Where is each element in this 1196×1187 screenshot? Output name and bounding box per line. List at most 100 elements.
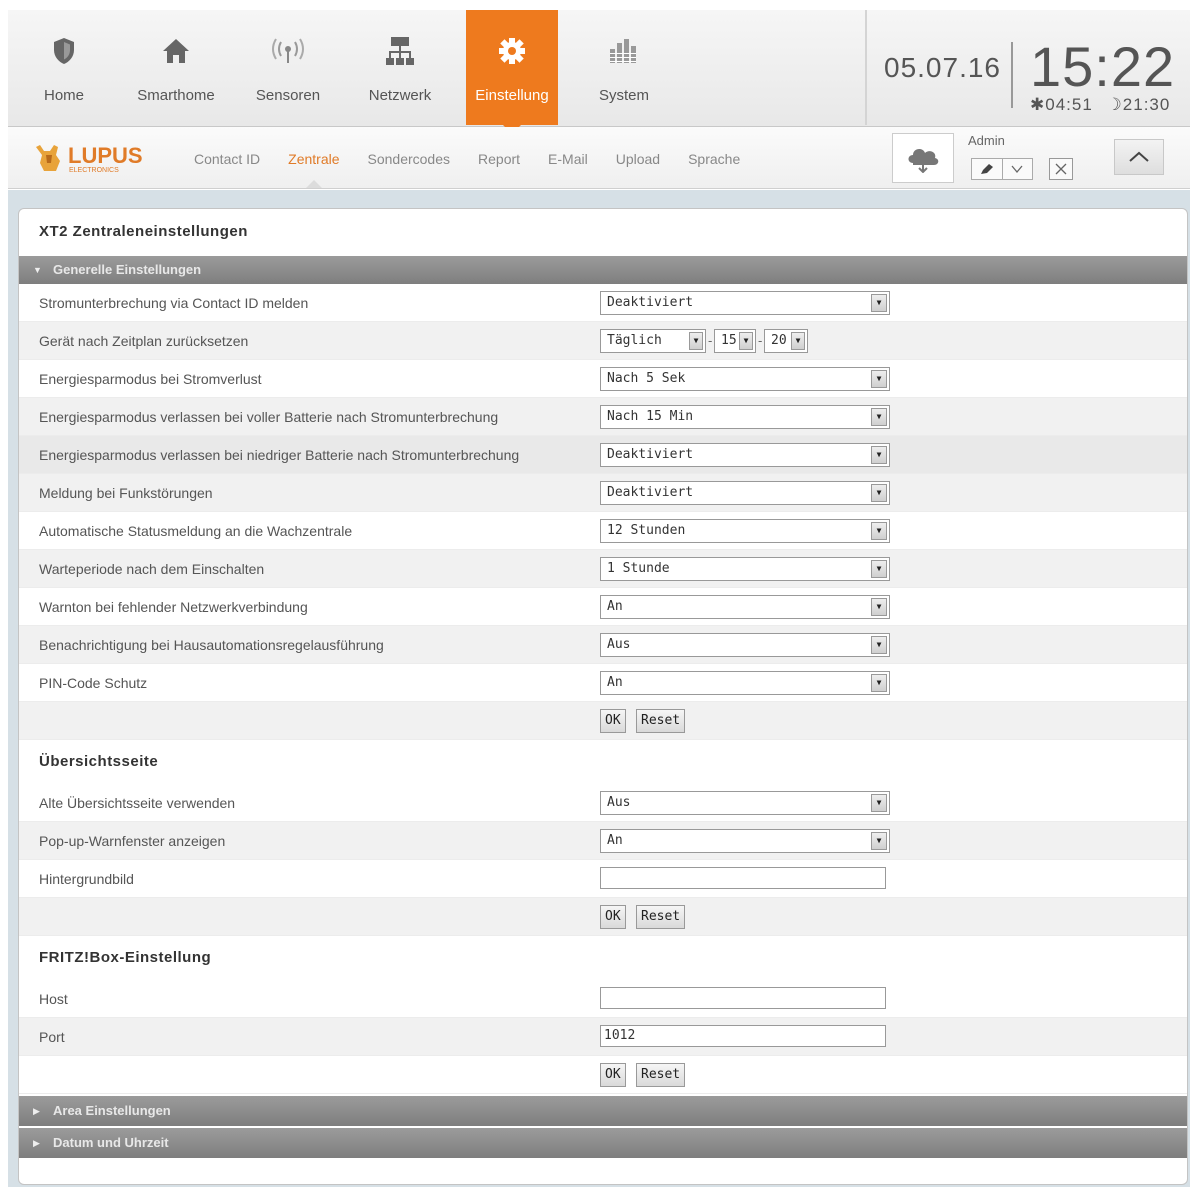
reset-button[interactable]: Reset	[636, 905, 686, 929]
reset-button[interactable]: Reset	[636, 709, 686, 733]
section-header-datetime[interactable]: ▶ Datum und Uhrzeit	[19, 1128, 1187, 1158]
ok-button[interactable]: OK	[600, 709, 626, 733]
button-row: OK Reset	[19, 1056, 1187, 1094]
settings-row: Automatische Statusmeldung an die Wachze…	[19, 512, 1187, 550]
row-label: Automatische Statusmeldung an die Wachze…	[39, 523, 353, 539]
row-label: Alte Übersichtsseite verwenden	[39, 795, 236, 811]
clock-divider	[1011, 42, 1013, 108]
radio-interference-select[interactable]: Deaktiviert ▼	[600, 481, 890, 505]
automation-notify-select[interactable]: Aus ▼	[600, 633, 890, 657]
reset-schedule-select[interactable]: Täglich ▼	[600, 329, 706, 353]
button-row: OK Reset	[19, 702, 1187, 740]
low-battery-exit-select[interactable]: Deaktiviert ▼	[600, 443, 890, 467]
network-icon	[344, 34, 456, 68]
row-label: Pop-up-Warnfenster anzeigen	[39, 833, 226, 849]
tab-report[interactable]: Report	[478, 151, 520, 167]
row-label: Energiesparmodus verlassen bei niedriger…	[39, 447, 520, 463]
tab-zentrale[interactable]: Zentrale	[288, 151, 340, 188]
collapse-button[interactable]	[1114, 139, 1164, 175]
gear-icon	[466, 34, 558, 68]
nav-label: Home	[43, 87, 84, 104]
ok-button[interactable]: OK	[600, 1063, 626, 1087]
cloud-button[interactable]	[892, 133, 954, 183]
port-input[interactable]: 1012	[600, 1025, 886, 1047]
host-input[interactable]	[600, 987, 886, 1009]
reset-button[interactable]: Reset	[636, 1063, 686, 1087]
chevron-up-icon	[1129, 151, 1149, 162]
pin-protection-select[interactable]: An ▼	[600, 671, 890, 695]
nav-item-einstellung[interactable]: Einstellung	[466, 10, 558, 134]
row-label: Energiesparmodus verlassen bei voller Ba…	[39, 409, 499, 425]
user-menu[interactable]	[971, 158, 1033, 180]
tab-sprache[interactable]: Sprache	[688, 151, 740, 167]
logout-button[interactable]	[1049, 158, 1073, 180]
tab-sondercodes[interactable]: Sondercodes	[368, 151, 451, 167]
ok-button[interactable]: OK	[600, 905, 626, 929]
status-report-select[interactable]: 12 Stunden ▼	[600, 519, 890, 543]
row-label: PIN-Code Schutz	[39, 675, 148, 691]
section-title: Area Einstellungen	[53, 1103, 171, 1118]
current-date: 05.07.16	[884, 52, 1001, 83]
triangle-right-icon: ▶	[33, 1138, 40, 1148]
full-battery-exit-select[interactable]: Nach 15 Min ▼	[600, 405, 890, 429]
settings-row: Port 1012	[19, 1018, 1187, 1056]
settings-row: Energiesparmodus verlassen bei niedriger…	[19, 436, 1187, 474]
separator-dash: -	[708, 333, 713, 348]
sun-times: ✱04:51 ☽21:30	[1030, 95, 1170, 115]
nav-item-sensoren[interactable]: Sensoren	[232, 10, 344, 125]
tab-contact-id[interactable]: Contact ID	[194, 151, 260, 167]
background-image-input[interactable]	[600, 867, 886, 889]
reset-hour-select[interactable]: 15 ▼	[714, 329, 756, 353]
tab-upload[interactable]: Upload	[616, 151, 660, 167]
shield-icon	[8, 34, 120, 68]
pencil-icon[interactable]	[972, 159, 1002, 179]
settings-row: Meldung bei Funkstörungen Deaktiviert ▼	[19, 474, 1187, 512]
nav-divider	[865, 10, 867, 125]
triangle-right-icon: ▶	[33, 1106, 40, 1116]
energy-saving-select[interactable]: Nach 5 Sek ▼	[600, 367, 890, 391]
nav-item-system[interactable]: System	[568, 10, 680, 125]
section-header-general[interactable]: ▼ Generelle Einstellungen	[19, 256, 1187, 284]
dropdown-arrow-icon: ▼	[739, 332, 753, 350]
section-title: Generelle Einstellungen	[53, 262, 202, 277]
reset-minute-select[interactable]: 20 ▼	[764, 329, 808, 353]
section-title: Datum und Uhrzeit	[53, 1135, 169, 1150]
dropdown-arrow-icon: ▼	[871, 408, 887, 426]
waiting-period-select[interactable]: 1 Stunde ▼	[600, 557, 890, 581]
dropdown-arrow-icon: ▼	[871, 294, 887, 312]
dropdown-arrow-icon: ▼	[871, 484, 887, 502]
settings-row: Hintergrundbild	[19, 860, 1187, 898]
sunrise-icon: ✱	[1030, 95, 1046, 114]
settings-row: Warnton bei fehlender Netzwerkverbindung…	[19, 588, 1187, 626]
settings-row: Gerät nach Zeitplan zurücksetzen Täglich…	[19, 322, 1187, 360]
dropdown-arrow-icon: ▼	[871, 636, 887, 654]
tab-email[interactable]: E-Mail	[548, 151, 588, 167]
network-warning-select[interactable]: An ▼	[600, 595, 890, 619]
svg-text:LUPUS: LUPUS	[68, 143, 143, 168]
settings-panel: XT2 Zentraleneinstellungen ▼ Generelle E…	[18, 208, 1188, 1185]
old-overview-select[interactable]: Aus ▼	[600, 791, 890, 815]
nav-item-smarthome[interactable]: Smarthome	[120, 10, 232, 125]
sunrise-time: 04:51	[1045, 95, 1093, 114]
row-label: Port	[39, 1029, 65, 1045]
chevron-down-icon[interactable]	[1001, 159, 1033, 179]
power-interruption-select[interactable]: Deaktiviert ▼	[600, 291, 890, 315]
dropdown-arrow-icon: ▼	[871, 598, 887, 616]
cloud-icon	[908, 149, 939, 173]
settings-row: Energiesparmodus bei Stromverlust Nach 5…	[19, 360, 1187, 398]
section-title-fritzbox: FRITZ!Box-Einstellung	[39, 949, 212, 966]
nav-label: System	[598, 87, 649, 104]
section-header-area[interactable]: ▶ Area Einstellungen	[19, 1096, 1187, 1126]
settings-row: PIN-Code Schutz An ▼	[19, 664, 1187, 702]
current-time: 15:22	[1030, 35, 1176, 98]
popup-warning-select[interactable]: An ▼	[600, 829, 890, 853]
house-icon	[120, 34, 232, 68]
dropdown-arrow-icon: ▼	[871, 794, 887, 812]
dropdown-arrow-icon: ▼	[871, 446, 887, 464]
nav-item-home[interactable]: Home	[8, 10, 120, 125]
triangle-down-icon: ▼	[33, 265, 42, 275]
settings-row: Pop-up-Warnfenster anzeigen An ▼	[19, 822, 1187, 860]
settings-row: Stromunterbrechung via Contact ID melden…	[19, 284, 1187, 322]
row-label: Warteperiode nach dem Einschalten	[39, 561, 265, 577]
nav-item-netzwerk[interactable]: Netzwerk	[344, 10, 456, 125]
